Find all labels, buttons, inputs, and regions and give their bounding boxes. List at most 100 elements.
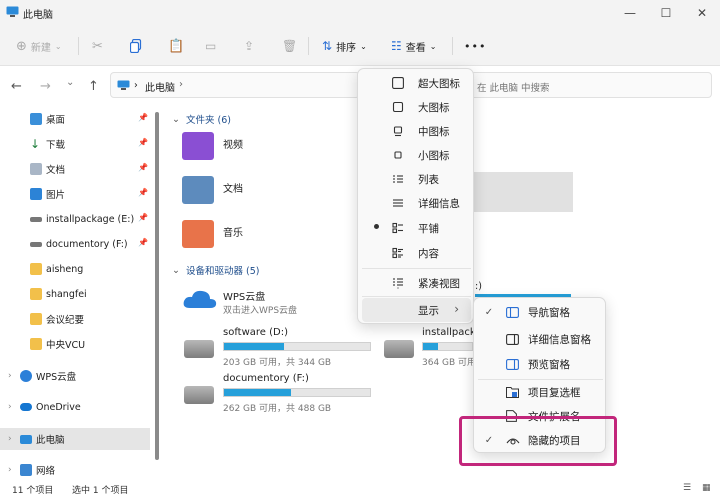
folder-tile-music[interactable]: [182, 220, 214, 248]
tiles-view-toggle[interactable]: ▦: [702, 483, 711, 493]
drive-icon: [30, 241, 42, 247]
new-button[interactable]: ⊕ 新建 ⌄: [16, 38, 62, 54]
sort-icon: ⇅: [322, 39, 333, 53]
menu-item-details-pane[interactable]: 详细信息窗格: [478, 327, 603, 351]
breadcrumb[interactable]: 此电脑: [145, 79, 175, 94]
sidebar-item-aisheng[interactable]: aisheng: [0, 258, 150, 280]
drive-usage-bar: [223, 388, 371, 397]
selection-count: 选中 1 个项目: [72, 486, 129, 496]
menu-item-item-checkboxes[interactable]: 项目复选框: [478, 380, 603, 404]
paste-button[interactable]: 📋: [168, 38, 184, 54]
copy-button[interactable]: [130, 38, 142, 54]
chevron-down-icon: ⌄: [54, 41, 62, 51]
share-button[interactable]: ⇪: [244, 38, 254, 54]
video-folder-icon: [182, 132, 214, 160]
recent-locations-button[interactable]: ⌄: [66, 76, 74, 89]
menu-item-label: 大图标: [418, 101, 450, 114]
menu-item-details[interactable]: 详细信息: [362, 191, 471, 215]
menu-item-small-icons[interactable]: 小图标: [362, 143, 471, 167]
address-bar[interactable]: › 此电脑 ›: [110, 72, 360, 98]
close-button[interactable]: ✕: [684, 0, 720, 26]
drive-icon: [184, 386, 214, 404]
drive-usage-fill: [224, 343, 284, 350]
menu-item-medium-icons[interactable]: 中图标: [362, 119, 471, 143]
menu-item-show[interactable]: 显示 ›: [362, 298, 471, 322]
forward-button[interactable]: →: [40, 80, 51, 93]
menu-item-tiles[interactable]: 平铺: [362, 216, 471, 240]
menu-divider: [362, 296, 471, 297]
sidebar-item-drive-e[interactable]: installpackage (E:) 📌: [0, 208, 150, 230]
sidebar-item-onedrive[interactable]: › OneDrive: [0, 396, 150, 418]
menu-item-compact-view[interactable]: 紧凑视图: [362, 271, 471, 295]
chevron-right-icon: ›: [8, 434, 12, 444]
minimize-button[interactable]: —: [612, 0, 648, 26]
network-icon: [20, 464, 32, 476]
chevron-right-icon: ›: [8, 371, 12, 381]
sort-button[interactable]: ⇅ 排序 ⌄: [322, 38, 367, 54]
sidebar-item-desktop[interactable]: 桌面 📌: [0, 108, 150, 130]
sidebar-item-label: installpackage (E:): [46, 213, 135, 225]
drive-icon: [384, 340, 414, 358]
drive-usage-bar: [422, 342, 473, 351]
back-button[interactable]: ←: [11, 80, 22, 93]
sidebar-item-drive-f[interactable]: documentory (F:) 📌: [0, 233, 150, 255]
sidebar-item-pictures[interactable]: 图片 📌: [0, 183, 150, 205]
window-title: 此电脑: [23, 10, 53, 21]
drive-usage-fill: [423, 343, 438, 350]
view-label: 查看: [405, 42, 426, 54]
menu-item-navigation-pane[interactable]: ✓ 导航窗格: [478, 300, 603, 324]
cut-button[interactable]: ✂: [92, 38, 103, 54]
more-options-button[interactable]: •••: [464, 38, 486, 54]
maximize-button[interactable]: ☐: [648, 0, 684, 26]
folder-tile-videos[interactable]: [182, 132, 214, 160]
menu-item-extra-large-icons[interactable]: 超大图标: [362, 71, 471, 95]
folder-tile-documents[interactable]: [182, 176, 214, 204]
chevron-down-icon: ⌄: [172, 264, 180, 276]
details-view-toggle[interactable]: ☰: [683, 483, 691, 493]
menu-item-large-icons[interactable]: 大图标: [362, 95, 471, 119]
wps-cloud-name: WPS云盘: [223, 292, 266, 303]
sidebar-item-label: WPS云盘: [36, 372, 77, 383]
delete-button[interactable]: 🗑: [282, 38, 297, 54]
sidebar-item-shangfei[interactable]: shangfei: [0, 283, 150, 305]
sidebar-item-vcu[interactable]: 中央VCU: [0, 333, 150, 355]
group-title: 文件夹 (6): [185, 115, 231, 126]
drive-name[interactable]: documentory (F:): [223, 373, 309, 384]
drive-usage-bar: [223, 342, 371, 351]
folder-name: 文档: [223, 184, 243, 195]
breadcrumb-arrow[interactable]: ›: [179, 79, 183, 90]
chevron-down-icon: ⌄: [429, 41, 437, 51]
sidebar-item-network[interactable]: › 网络: [0, 459, 150, 481]
extra-large-icons-icon: [392, 77, 414, 89]
menu-item-preview-pane[interactable]: 预览窗格: [478, 352, 603, 376]
sidebar-item-label: 图片: [46, 190, 66, 201]
menu-item-content[interactable]: 内容: [362, 241, 471, 265]
sidebar-item-this-pc[interactable]: › 此电脑: [0, 428, 150, 450]
wps-cloud-tile[interactable]: [182, 288, 218, 310]
sidebar-item-wps-cloud[interactable]: › WPS云盘: [0, 365, 150, 387]
sidebar-item-documents[interactable]: 文档 📌: [0, 158, 150, 180]
drive-usage-fill: [224, 389, 292, 396]
menu-item-list[interactable]: 列表: [362, 167, 471, 191]
sidebar-scrollbar[interactable]: [155, 112, 159, 460]
sidebar-item-label: aisheng: [46, 263, 84, 275]
chevron-right-icon: ›: [8, 465, 12, 475]
view-button[interactable]: ☷ 查看 ⌄: [391, 38, 436, 54]
devices-group-header[interactable]: ⌄ 设备和驱动器 (5): [172, 263, 259, 278]
drive-name[interactable]: software (D:): [223, 327, 288, 338]
drive-icon: [30, 216, 42, 222]
sidebar-item-downloads[interactable]: ↓ 下载 📌: [0, 133, 150, 155]
sidebar-item-label: 会议纪要: [46, 315, 85, 326]
sort-label: 排序: [336, 42, 357, 54]
rename-button[interactable]: ▭: [205, 38, 216, 54]
search-box[interactable]: 在 此电脑 中搜索: [460, 72, 712, 98]
cloud-icon: [183, 290, 217, 308]
up-button[interactable]: ↑: [88, 80, 99, 93]
sidebar-item-label: 网络: [36, 466, 56, 477]
folder-icon: [30, 263, 42, 275]
preview-pane-icon: [506, 358, 524, 370]
menu-item-label: 显示: [418, 304, 439, 317]
new-label: 新建: [30, 42, 51, 54]
sidebar-item-meeting-notes[interactable]: 会议纪要: [0, 308, 150, 330]
folders-group-header[interactable]: ⌄ 文件夹 (6): [172, 112, 231, 127]
